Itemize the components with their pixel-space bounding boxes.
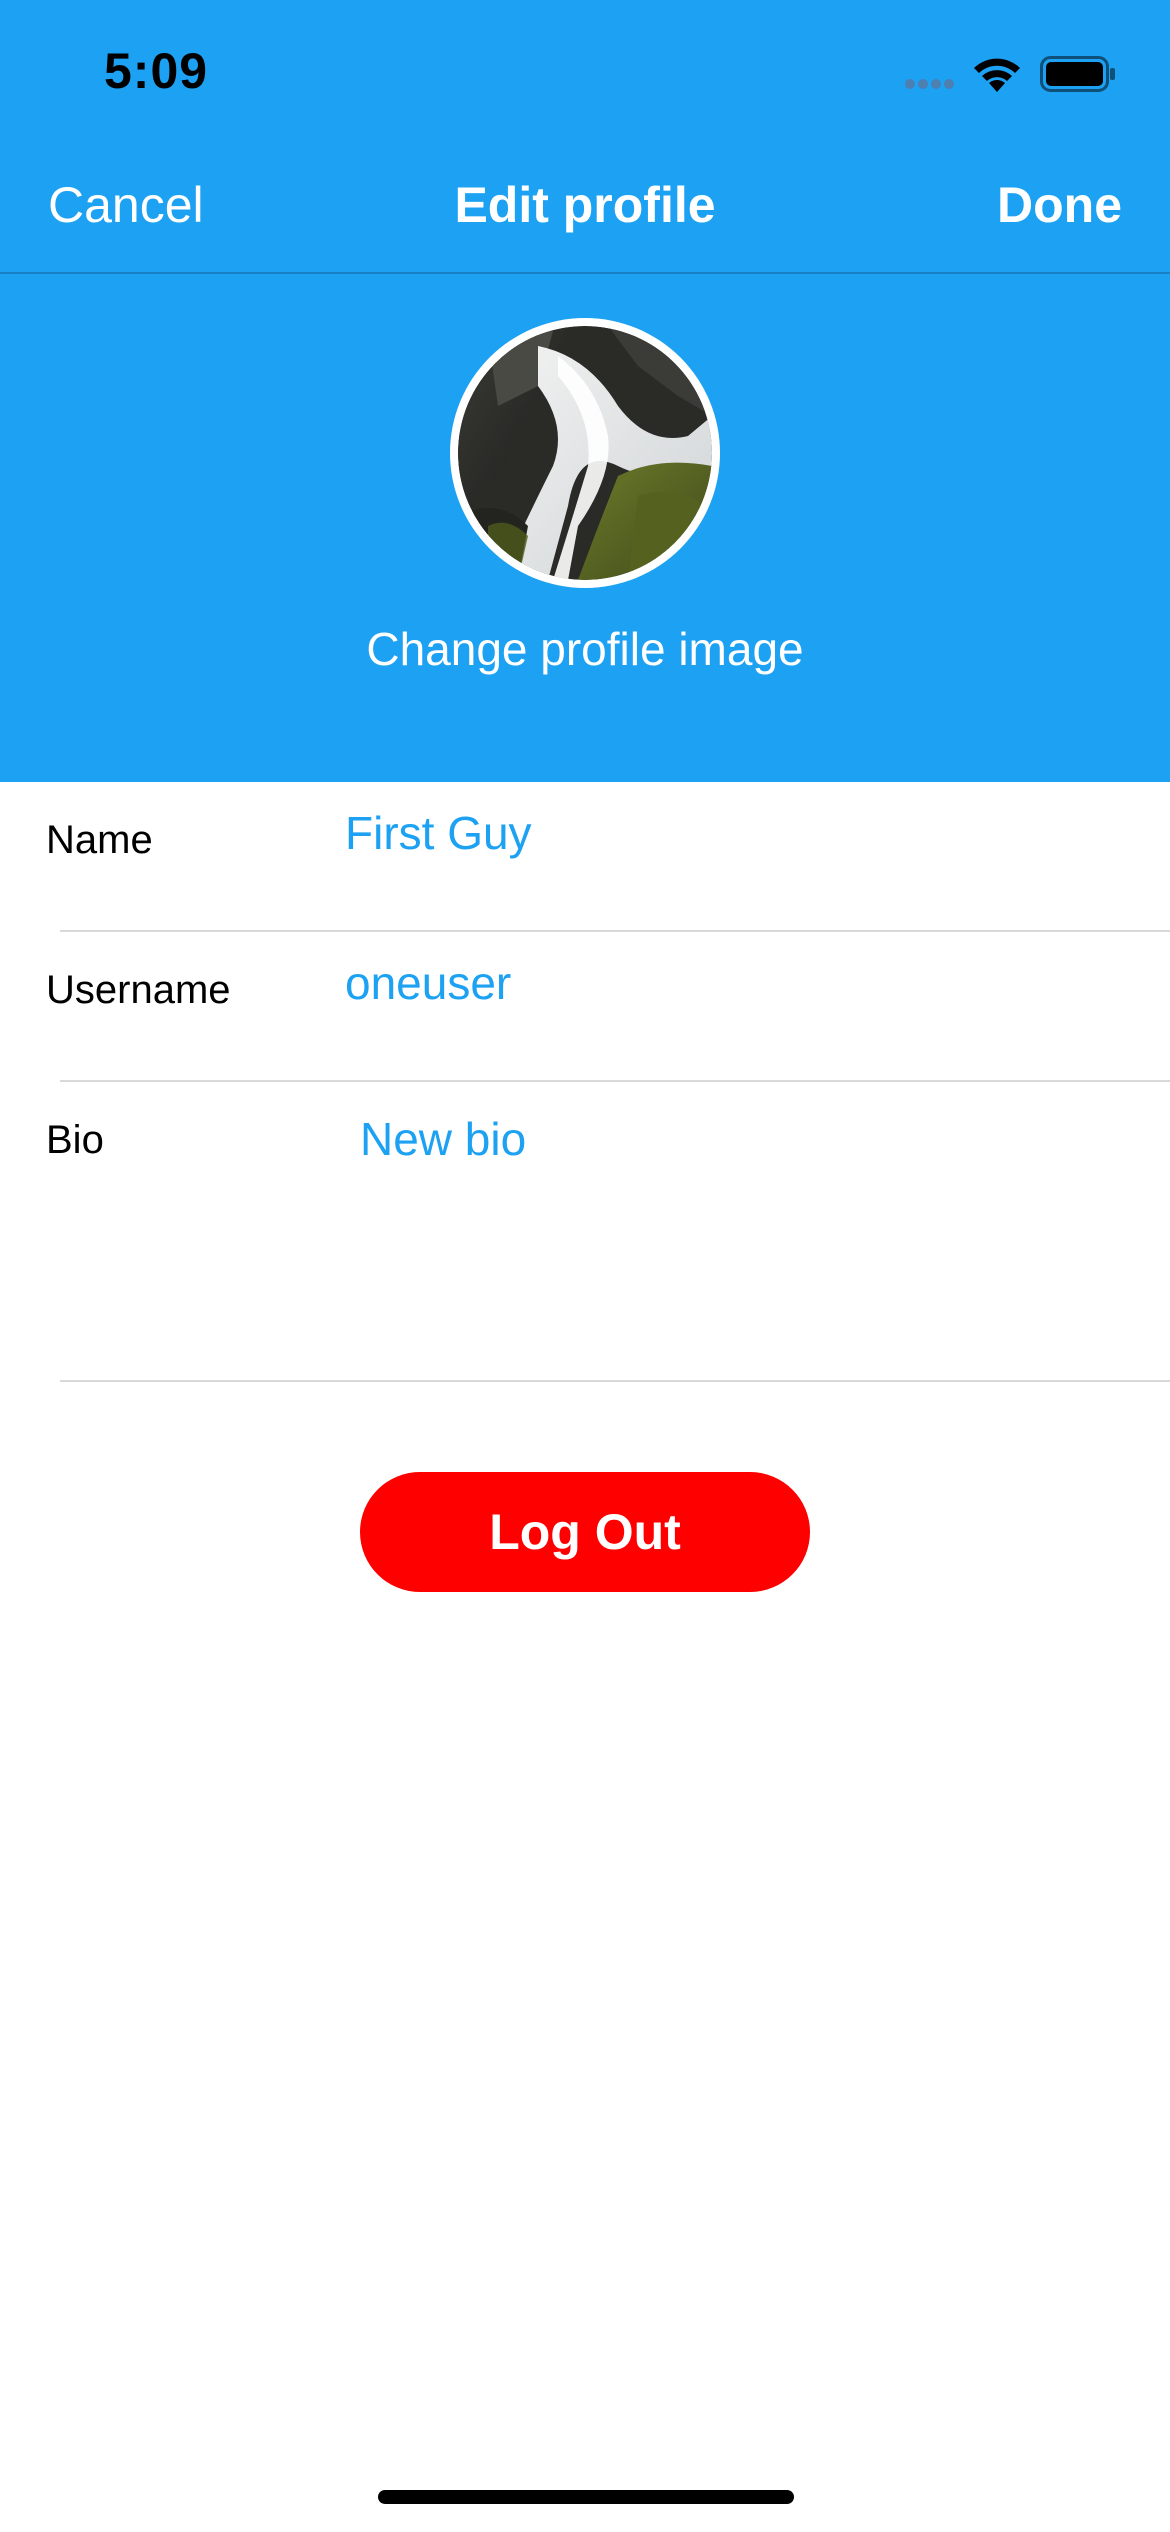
bio-input[interactable]: New bio (360, 1112, 1140, 1352)
bio-label: Bio (46, 1118, 104, 1162)
waterfall-photo-icon (458, 326, 712, 580)
username-row: Username (0, 932, 1170, 1082)
name-label: Name (46, 818, 153, 862)
username-input[interactable] (345, 956, 1125, 1010)
logout-button[interactable]: Log Out (360, 1472, 810, 1592)
change-profile-image-button[interactable]: Change profile image (0, 622, 1170, 676)
name-input[interactable] (345, 806, 1125, 860)
row-divider (60, 1380, 1170, 1382)
done-button[interactable]: Done (997, 176, 1122, 234)
home-indicator (378, 2490, 794, 2504)
nav-bar: Cancel Edit profile Done (0, 140, 1170, 272)
name-row: Name (0, 782, 1170, 932)
cancel-button[interactable]: Cancel (48, 176, 204, 234)
username-label: Username (46, 968, 231, 1012)
profile-header: 5:09 Cancel Edit profile Done Change pro… (0, 0, 1170, 782)
nav-divider (0, 272, 1170, 274)
battery-icon (1040, 56, 1115, 92)
status-bar: 5:09 (0, 0, 1170, 140)
avatar[interactable] (450, 318, 720, 588)
signal-icon (905, 79, 961, 91)
status-time: 5:09 (104, 43, 209, 99)
wifi-icon (974, 58, 1020, 92)
